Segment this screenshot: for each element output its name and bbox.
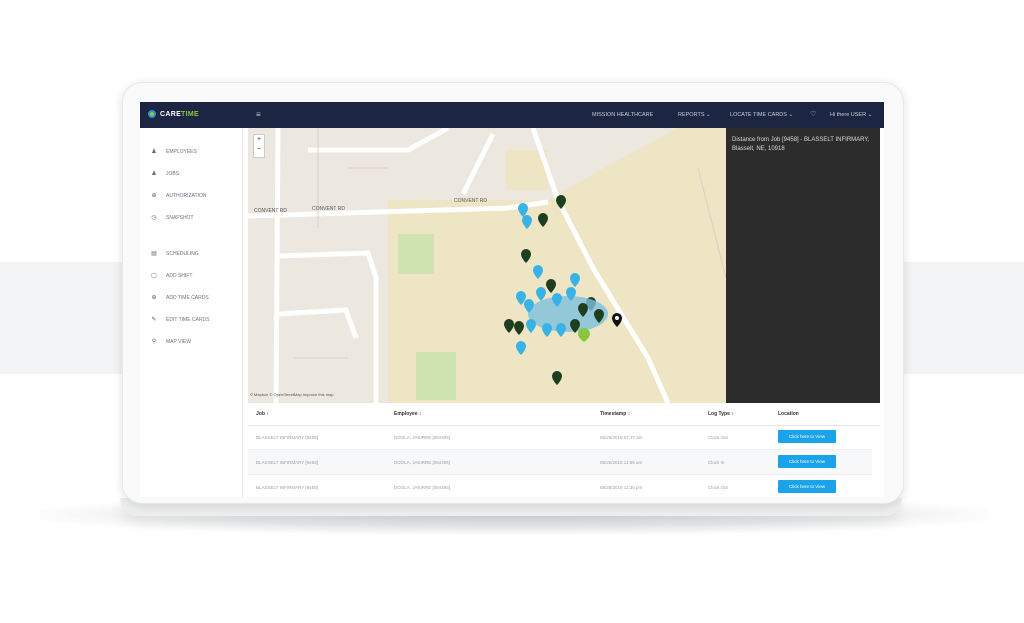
nav-locate-time-cards[interactable]: LOCATE TIME CARDS ⌄ — [730, 112, 793, 118]
table-row: BLASSELT INFIRMARY [9458] DOOLA, JAKIRRE… — [248, 475, 872, 497]
road-label: CONVENT RD — [454, 198, 487, 204]
cell-job: BLASSELT INFIRMARY [9458] — [256, 485, 318, 490]
sidebar-item-authorization[interactable]: ⊕ AUTHORIZATION — [150, 192, 207, 200]
sidebar-item-edit-time-cards[interactable]: ✎ EDIT TIME CARDS — [150, 316, 210, 324]
app-logo[interactable]: CARETIME — [148, 110, 199, 118]
nav-reports[interactable]: REPORTS ⌄ — [678, 112, 711, 118]
view-location-button[interactable]: Click here to View — [778, 430, 836, 443]
logo-mark-icon — [148, 110, 156, 118]
plus-circle-icon: ⊕ — [151, 295, 157, 301]
road-label: CONVENT RD — [312, 206, 345, 212]
road-top — [308, 128, 450, 153]
column-header-job[interactable]: Job ↕ — [256, 411, 269, 417]
table-row: BLASSELT INFIRMARY [9458] DOOLA, JAKIRRE… — [248, 425, 872, 450]
column-header-employee[interactable]: Employee ↕ — [394, 411, 422, 417]
logo-text-time: TIME — [181, 110, 199, 118]
map-view[interactable]: CONVENT RD CONVENT RD CONVENT RD — [248, 128, 726, 403]
sidebar-item-label: EDIT TIME CARDS — [166, 316, 210, 323]
sidebar-item-add-time-cards[interactable]: ⊕ ADD TIME CARDS — [150, 294, 209, 302]
cell-log-type: Clock Out — [708, 435, 728, 440]
hamburger-icon[interactable]: ≡ — [256, 110, 261, 119]
sidebar-item-label: ADD TIME CARDS — [166, 294, 209, 301]
cell-employee: DOOLA, JAKIRRE [084495] — [394, 435, 451, 440]
road-label: CONVENT RD — [254, 208, 287, 214]
top-navbar: CARETIME ≡ MISSION HEALTHCARE REPORTS ⌄ … — [140, 102, 884, 128]
view-location-button[interactable]: Click here to View — [778, 480, 836, 493]
cell-timestamp: 05/25/2018 11:58 am — [600, 460, 643, 465]
view-location-button[interactable]: Click here to View — [778, 455, 836, 468]
time-log-table: Job ↕ Employee ↕ Timestamp ↕ Log Type ↕ … — [248, 403, 880, 497]
job-distance-panel: Distance from Job [9458] - BLASSELT INFI… — [726, 128, 880, 403]
map-canvas[interactable]: CONVENT RD CONVENT RD CONVENT RD — [248, 128, 726, 403]
pencil-icon: ✎ — [151, 317, 157, 323]
map-pin-icon: ⚲ — [151, 339, 157, 345]
clock-icon: ◷ — [151, 215, 157, 221]
sidebar-item-label: EMPLOYEES — [166, 148, 197, 155]
nav-company[interactable]: MISSION HEALTHCARE — [592, 112, 653, 118]
person-icon: ♟ — [151, 171, 157, 177]
road-diagonal — [460, 132, 496, 196]
cell-job: BLASSELT INFIRMARY [9458] — [256, 460, 318, 465]
cell-job: BLASSELT INFIRMARY [9458] — [256, 435, 318, 440]
sidebar-item-label: JOBS — [166, 170, 180, 177]
zoom-out-button[interactable]: − — [254, 145, 264, 155]
zoom-in-button[interactable]: + — [254, 135, 264, 145]
logo-text-care: CARE — [160, 110, 182, 118]
user-icon: ♟ — [151, 149, 157, 155]
cell-log-type: Clock In — [708, 460, 725, 465]
column-header-location: Location — [778, 411, 799, 417]
sidebar-item-employees[interactable]: ♟ EMPLOYEES — [150, 148, 197, 156]
sidebar-item-label: SNAPSHOT — [166, 214, 194, 221]
green-field — [398, 234, 434, 274]
app-screen: CARETIME ≡ MISSION HEALTHCARE REPORTS ⌄ … — [140, 102, 884, 497]
road-loop — [277, 250, 379, 403]
sidebar: ♟ EMPLOYEES ♟ JOBS ⊕ AUTHORIZATION ◷ SNA… — [140, 128, 243, 497]
sidebar-item-snapshot[interactable]: ◷ SNAPSHOT — [150, 214, 194, 222]
column-header-log-type[interactable]: Log Type ↕ — [708, 411, 734, 417]
job-distance-title: Distance from Job [9458] - BLASSELT INFI… — [732, 137, 870, 152]
map-attribution[interactable]: © Mapbox © OpenStreetMap Improve this ma… — [250, 392, 334, 397]
zoom-control: + − — [253, 134, 265, 158]
sidebar-item-label: MAP VIEW — [166, 338, 191, 345]
sidebar-item-label: SCHEDULING — [166, 250, 199, 257]
sidebar-item-map-view[interactable]: ⚲ MAP VIEW — [150, 338, 191, 346]
sidebar-item-scheduling[interactable]: ▤ SCHEDULING — [150, 250, 199, 258]
road-vertical-left — [273, 128, 281, 403]
sidebar-item-label: ADD SHIFT — [166, 272, 193, 279]
cell-timestamp: 05/28/2018 11:35 pm — [600, 485, 643, 490]
calendar-icon: ▤ — [151, 251, 157, 257]
cell-log-type: Clock Out — [708, 485, 728, 490]
cell-timestamp: 05/28/2018 07:37 am — [600, 435, 643, 440]
calendar-add-icon: ▢ — [151, 273, 157, 279]
cell-employee: DOOLA, JAKIRRE [084495] — [394, 485, 451, 490]
nav-user-menu[interactable]: Hi there USER ⌄ — [830, 112, 872, 118]
favorite-icon[interactable]: ♡ — [810, 110, 816, 118]
shield-icon: ⊕ — [151, 193, 157, 199]
road-residential — [277, 307, 359, 339]
sidebar-item-jobs[interactable]: ♟ JOBS — [150, 170, 180, 178]
green-field — [416, 352, 456, 400]
table-header: Job ↕ Employee ↕ Timestamp ↕ Log Type ↕ … — [248, 403, 880, 426]
table-row: BLASSELT INFIRMARY [9458] DOOLA, JAKIRRE… — [248, 450, 872, 475]
column-header-timestamp[interactable]: Timestamp ↕ — [600, 411, 630, 417]
sidebar-item-label: AUTHORIZATION — [166, 192, 207, 199]
cell-employee: DOOLA, JAKIRRE [084495] — [394, 460, 451, 465]
sidebar-item-add-shift[interactable]: ▢ ADD SHIFT — [150, 272, 193, 280]
